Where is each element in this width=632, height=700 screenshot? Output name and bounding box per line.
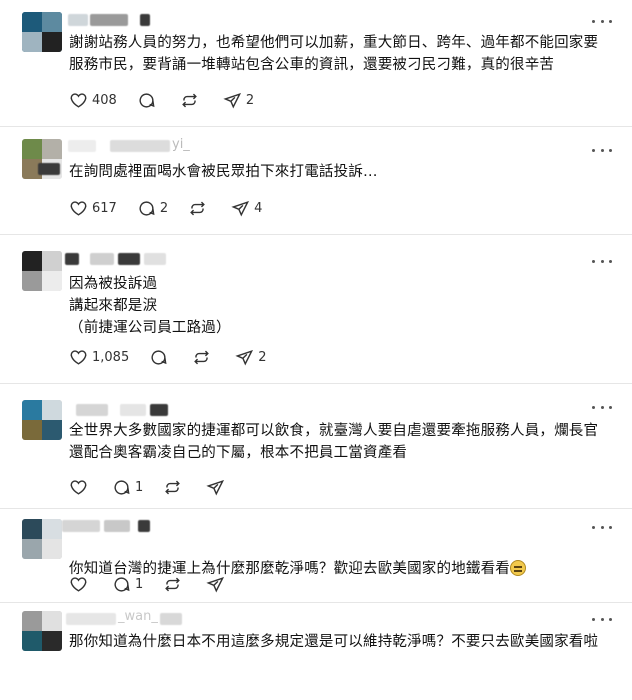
repost-button[interactable] xyxy=(163,575,186,594)
send-paper-plane-icon xyxy=(206,576,225,593)
action-bar: 1 xyxy=(69,477,249,497)
username-blurred[interactable] xyxy=(68,14,88,26)
username-blurred xyxy=(38,163,60,175)
share-button[interactable]: 2 xyxy=(235,348,267,367)
comment-bubble-icon xyxy=(114,576,130,592)
username-blurred xyxy=(90,253,114,265)
username-blurred xyxy=(110,140,170,152)
like-count: 617 xyxy=(92,200,117,216)
repost-arrows-icon xyxy=(181,93,197,107)
action-bar: 617 2 4 xyxy=(69,198,282,218)
comment-button[interactable]: 1 xyxy=(112,478,143,497)
username-blurred xyxy=(150,404,168,416)
comment-button[interactable]: 2 xyxy=(137,199,168,218)
share-count: 2 xyxy=(258,349,267,365)
username-blurred[interactable] xyxy=(66,613,116,625)
username-partial: yi_ xyxy=(172,137,190,152)
avatar[interactable] xyxy=(22,12,62,52)
like-button[interactable] xyxy=(69,575,92,594)
comment-count: 2 xyxy=(159,200,169,216)
reply-4: 全世界大多數國家的捷運都可以飲食，就臺灣人要自虐還要牽拖服務人員，爛長官 還配合… xyxy=(0,384,632,508)
like-count: 408 xyxy=(92,92,117,108)
repost-arrows-icon xyxy=(165,577,181,591)
username-blurred[interactable] xyxy=(68,140,96,152)
comment-bubble-icon xyxy=(151,349,167,365)
username-blurred xyxy=(160,613,182,625)
repost-button[interactable] xyxy=(163,478,186,497)
action-bar: 408 2 xyxy=(69,90,274,110)
username-blurred[interactable] xyxy=(76,404,108,416)
reply-2: yi_ 在詢問處裡面喝水會被民眾拍下來打電話投訴… 617 2 4 xyxy=(0,127,632,234)
like-count: 1,085 xyxy=(92,349,130,365)
action-bar: 1 xyxy=(69,574,249,594)
reply-5: 你知道台灣的捷運上為什麼那麼乾淨嗎？歡迎去歐美國家的地鐵看看 1 xyxy=(0,509,632,602)
username-blurred xyxy=(104,520,130,532)
like-button[interactable]: 408 xyxy=(69,91,117,110)
repost-arrows-icon xyxy=(165,480,181,494)
username-blurred xyxy=(140,14,150,26)
comment-count: 1 xyxy=(135,479,144,495)
send-paper-plane-icon xyxy=(235,349,254,366)
comment-bubble-icon xyxy=(114,479,130,495)
username-blurred xyxy=(90,14,128,26)
action-bar: 1,085 2 xyxy=(69,347,287,367)
expressionless-face-emoji xyxy=(510,560,526,576)
username-blurred xyxy=(138,520,150,532)
share-button[interactable]: 2 xyxy=(223,91,254,110)
more-dots-icon[interactable] xyxy=(592,523,612,531)
repost-button[interactable] xyxy=(180,91,203,110)
username-blurred xyxy=(120,404,146,416)
comment-button[interactable] xyxy=(149,348,172,367)
avatar[interactable] xyxy=(22,251,62,291)
share-count: 2 xyxy=(245,92,255,108)
comment-bubble-icon xyxy=(139,200,155,216)
reply-text: 因為被投訴過 講起來都是淚 （前捷運公司員工路過） xyxy=(69,276,231,336)
like-button[interactable]: 1,085 xyxy=(69,348,129,367)
avatar[interactable] xyxy=(22,519,62,559)
heart-icon xyxy=(70,92,87,108)
reply-1: 謝謝站務人員的努力，也希望他們可以加薪，重大節日、跨年、過年都不能回家要 服務市… xyxy=(0,0,632,126)
reply-text: 謝謝站務人員的努力，也希望他們可以加薪，重大節日、跨年、過年都不能回家要 服務市… xyxy=(69,35,599,73)
repost-arrows-icon xyxy=(194,350,210,364)
share-count: 4 xyxy=(254,200,263,216)
reply-text: 在詢問處裡面喝水會被民眾拍下來打電話投訴… xyxy=(69,164,378,180)
avatar[interactable] xyxy=(22,400,62,440)
reply-text: 那你知道為什麼日本不用這麼多規定還是可以維持乾淨嗎？不要只去歐美國家看啦 xyxy=(69,634,599,650)
repost-button[interactable] xyxy=(192,348,215,367)
more-dots-icon[interactable] xyxy=(592,257,612,265)
more-dots-icon[interactable] xyxy=(592,17,612,25)
username-blurred xyxy=(144,253,166,265)
username-partial: _wan_ xyxy=(118,609,158,624)
username-blurred[interactable] xyxy=(65,253,79,265)
more-dots-icon[interactable] xyxy=(592,615,612,623)
reply-text: 全世界大多數國家的捷運都可以飲食，就臺灣人要自虐還要牽拖服務人員，爛長官 還配合… xyxy=(69,423,599,461)
repost-arrows-icon xyxy=(190,201,205,215)
more-dots-icon[interactable] xyxy=(592,403,612,411)
comment-button[interactable]: 1 xyxy=(112,575,143,594)
heart-icon xyxy=(70,349,87,365)
comment-count: 1 xyxy=(135,576,144,592)
share-button[interactable] xyxy=(206,478,229,497)
share-button[interactable]: 4 xyxy=(231,199,262,218)
send-paper-plane-icon xyxy=(223,92,241,109)
username-blurred xyxy=(118,253,140,265)
more-dots-icon[interactable] xyxy=(592,146,612,154)
comment-bubble-icon xyxy=(139,92,155,108)
like-button[interactable]: 617 xyxy=(69,199,117,218)
like-button[interactable] xyxy=(69,478,92,497)
send-paper-plane-icon xyxy=(206,479,225,496)
reply-3: 因為被投訴過 講起來都是淚 （前捷運公司員工路過） 1,085 2 xyxy=(0,235,632,383)
reply-6: _wan_ 那你知道為什麼日本不用這麼多規定還是可以維持乾淨嗎？不要只去歐美國家… xyxy=(0,603,632,700)
send-paper-plane-icon xyxy=(231,200,250,217)
heart-icon xyxy=(70,479,87,495)
comment-button[interactable] xyxy=(137,91,160,110)
avatar[interactable] xyxy=(22,611,62,651)
repost-button[interactable] xyxy=(188,199,211,218)
share-button[interactable] xyxy=(206,575,229,594)
username-blurred[interactable] xyxy=(62,520,100,532)
heart-icon xyxy=(70,200,87,216)
heart-icon xyxy=(70,576,87,592)
